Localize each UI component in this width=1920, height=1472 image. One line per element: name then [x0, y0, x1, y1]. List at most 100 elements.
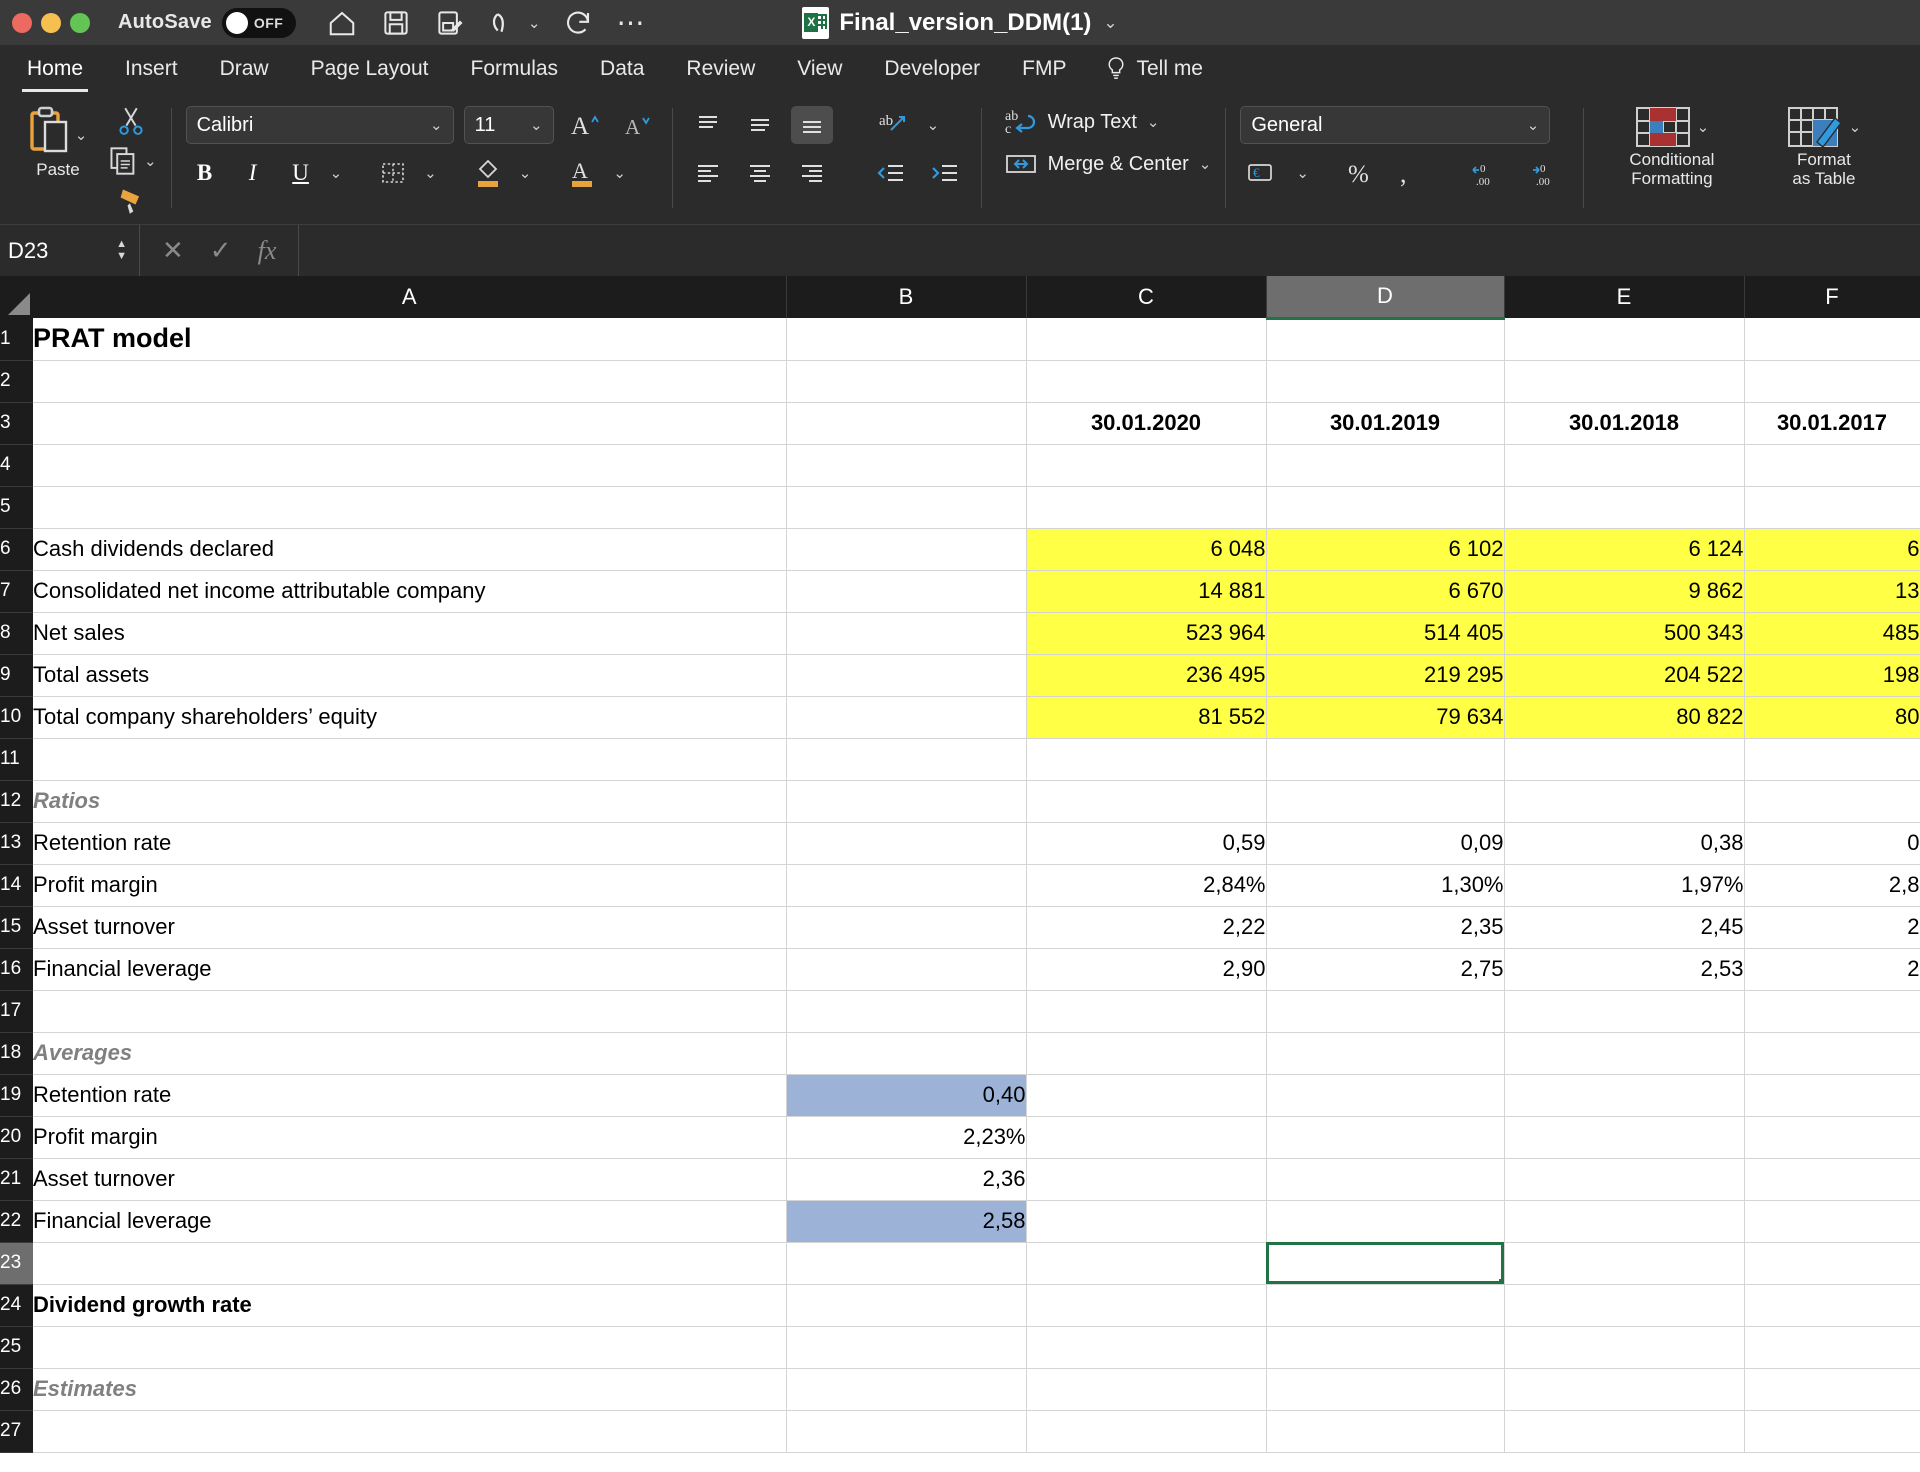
underline-button[interactable]: U	[282, 154, 320, 192]
cell-C22[interactable]	[1026, 1200, 1267, 1243]
cell-F1[interactable]	[1744, 318, 1920, 361]
cell-D14[interactable]: 1,30%	[1266, 864, 1505, 907]
cell-A27[interactable]	[33, 1410, 787, 1453]
cell-E10[interactable]: 80 822	[1504, 696, 1745, 739]
cut-button[interactable]	[114, 104, 148, 138]
row-header-26[interactable]: 26	[0, 1368, 33, 1411]
cell-E18[interactable]	[1504, 1032, 1745, 1075]
cell-C24[interactable]	[1026, 1284, 1267, 1327]
cell-B7[interactable]	[786, 570, 1027, 613]
font-color-dropdown-icon[interactable]: ⌄	[613, 164, 626, 182]
cell-A16[interactable]: Financial leverage	[33, 948, 787, 991]
cell-D22[interactable]	[1266, 1200, 1505, 1243]
cell-C6[interactable]: 6 048	[1026, 528, 1267, 571]
cell-C20[interactable]	[1026, 1116, 1267, 1159]
row-header-10[interactable]: 10	[0, 696, 33, 739]
font-color-button[interactable]: A	[561, 154, 603, 192]
formula-input[interactable]	[299, 225, 1920, 276]
cell-E24[interactable]	[1504, 1284, 1745, 1327]
tab-review[interactable]: Review	[665, 53, 776, 85]
cell-C10[interactable]: 81 552	[1026, 696, 1267, 739]
cell-F21[interactable]	[1744, 1158, 1920, 1201]
row-header-9[interactable]: 9	[0, 654, 33, 697]
tab-home[interactable]: Home	[6, 53, 104, 92]
cell-D27[interactable]	[1266, 1410, 1505, 1453]
row-header-24[interactable]: 24	[0, 1284, 33, 1327]
cell-B18[interactable]	[786, 1032, 1027, 1075]
cell-E12[interactable]	[1504, 780, 1745, 823]
align-bottom-button[interactable]	[790, 106, 833, 144]
row-header-13[interactable]: 13	[0, 822, 33, 865]
cell-C12[interactable]	[1026, 780, 1267, 823]
cell-F18[interactable]	[1744, 1032, 1920, 1075]
name-box-spinner[interactable]: ▲ ▼	[116, 239, 127, 262]
cell-F25[interactable]	[1744, 1326, 1920, 1369]
select-all-corner[interactable]	[0, 276, 33, 318]
increase-font-size-button[interactable]: A	[564, 106, 606, 144]
cell-F23[interactable]	[1744, 1242, 1920, 1285]
cell-F8[interactable]: 485	[1744, 612, 1920, 655]
cell-D19[interactable]	[1266, 1074, 1505, 1117]
cell-D25[interactable]	[1266, 1326, 1505, 1369]
percent-style-button[interactable]: %	[1337, 154, 1379, 192]
row-header-25[interactable]: 25	[0, 1326, 33, 1369]
cell-A26[interactable]: Estimates	[33, 1368, 787, 1411]
cell-C5[interactable]	[1026, 486, 1267, 529]
column-header-c[interactable]: C	[1026, 276, 1267, 318]
conditional-formatting-button[interactable]: ⌄ Conditional Formatting	[1598, 104, 1746, 188]
accounting-dropdown-icon[interactable]: ⌄	[1296, 164, 1309, 182]
tab-data[interactable]: Data	[579, 53, 665, 85]
cell-F2[interactable]	[1744, 360, 1920, 403]
cell-D24[interactable]	[1266, 1284, 1505, 1327]
align-left-button[interactable]	[687, 154, 729, 192]
cell-B4[interactable]	[786, 444, 1027, 487]
cell-D23[interactable]	[1266, 1242, 1505, 1285]
cell-D4[interactable]	[1266, 444, 1505, 487]
cell-F26[interactable]	[1744, 1368, 1920, 1411]
cell-D26[interactable]	[1266, 1368, 1505, 1411]
decrease-indent-button[interactable]	[869, 154, 913, 192]
cell-B13[interactable]	[786, 822, 1027, 865]
save-icon[interactable]	[380, 7, 412, 39]
tab-view[interactable]: View	[776, 53, 863, 85]
cell-A15[interactable]: Asset turnover	[33, 906, 787, 949]
cell-A19[interactable]: Retention rate	[33, 1074, 787, 1117]
number-format-select[interactable]: General ⌄	[1240, 106, 1551, 144]
cell-C1[interactable]	[1026, 318, 1267, 361]
cell-B5[interactable]	[786, 486, 1027, 529]
cell-E1[interactable]	[1504, 318, 1745, 361]
cell-E16[interactable]: 2,53	[1504, 948, 1745, 991]
cell-E21[interactable]	[1504, 1158, 1745, 1201]
cell-D8[interactable]: 514 405	[1266, 612, 1505, 655]
cell-D10[interactable]: 79 634	[1266, 696, 1505, 739]
cell-D9[interactable]: 219 295	[1266, 654, 1505, 697]
row-header-4[interactable]: 4	[0, 444, 33, 487]
cell-E25[interactable]	[1504, 1326, 1745, 1369]
paste-button[interactable]: ⌄ Paste	[10, 98, 106, 180]
tab-formulas[interactable]: Formulas	[450, 53, 580, 85]
font-size-select[interactable]: 11 ⌄	[463, 106, 554, 144]
fx-icon[interactable]: fx	[258, 236, 277, 266]
cell-E6[interactable]: 6 124	[1504, 528, 1745, 571]
cell-D16[interactable]: 2,75	[1266, 948, 1505, 991]
cell-F3[interactable]: 30.01.2017	[1744, 402, 1920, 445]
cell-B1[interactable]	[786, 318, 1027, 361]
cell-E7[interactable]: 9 862	[1504, 570, 1745, 613]
row-header-3[interactable]: 3	[0, 402, 33, 445]
cell-D17[interactable]	[1266, 990, 1505, 1033]
cell-D13[interactable]: 0,09	[1266, 822, 1505, 865]
cell-A24[interactable]: Dividend growth rate	[33, 1284, 787, 1327]
fill-color-button[interactable]	[467, 154, 509, 192]
cell-C7[interactable]: 14 881	[1026, 570, 1267, 613]
row-header-1[interactable]: 1	[0, 318, 33, 361]
cell-F7[interactable]: 13	[1744, 570, 1920, 613]
cell-A10[interactable]: Total company shareholders’ equity	[33, 696, 787, 739]
merge-center-dropdown-icon[interactable]: ⌄	[1199, 155, 1212, 173]
font-name-select[interactable]: Calibri ⌄	[185, 106, 454, 144]
cell-E4[interactable]	[1504, 444, 1745, 487]
borders-button[interactable]	[372, 154, 414, 192]
undo-icon[interactable]	[488, 7, 520, 39]
cell-D2[interactable]	[1266, 360, 1505, 403]
cell-D12[interactable]	[1266, 780, 1505, 823]
cell-D5[interactable]	[1266, 486, 1505, 529]
